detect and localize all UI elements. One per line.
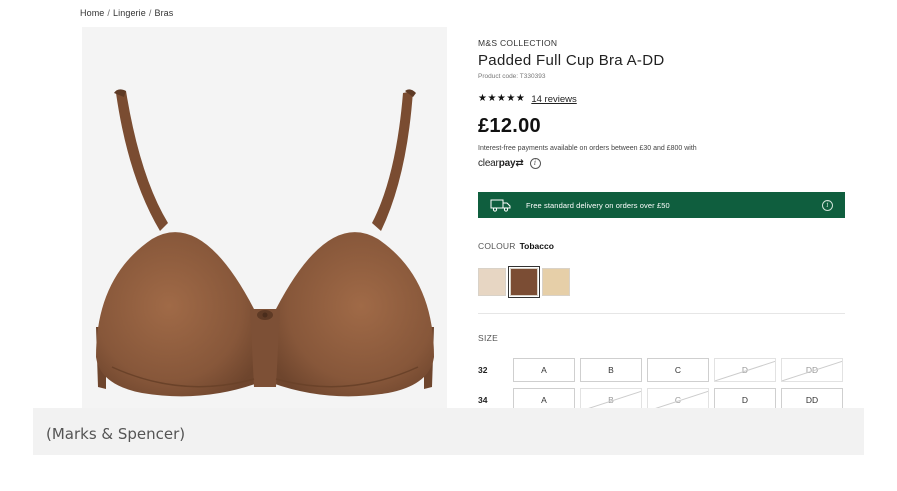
product-title: Padded Full Cup Bra A-DD	[478, 52, 665, 69]
size-32b-button[interactable]: B	[580, 358, 642, 382]
unavailable-strike	[782, 359, 842, 381]
clearpay-logo-light: clear	[478, 158, 499, 169]
product-price: £12.00	[478, 115, 541, 137]
clearpay-logo-mark: ⇄	[515, 158, 524, 169]
bra-product-photo	[96, 89, 434, 397]
info-icon[interactable]: i	[529, 158, 541, 169]
size-label: SIZE	[478, 333, 499, 343]
swatch-tobacco[interactable]	[508, 266, 540, 298]
product-rating: ★★★★★ 14 reviews	[478, 93, 577, 105]
size-34b-button[interactable]: B	[580, 388, 642, 408]
colour-label-row: COLOUR Tobacco	[478, 241, 554, 251]
product-brand: M&S COLLECTION	[478, 38, 558, 48]
product-code: Product code: T330393	[478, 73, 546, 80]
unavailable-strike	[715, 359, 775, 381]
size-34d-button[interactable]: D	[714, 388, 776, 408]
product-image[interactable]	[82, 27, 447, 408]
size-32dd-button[interactable]: DD	[781, 358, 843, 382]
size-label-text: A	[541, 365, 547, 375]
breadcrumb-lingerie[interactable]: Lingerie	[113, 8, 146, 18]
colour-label: COLOUR	[478, 241, 516, 251]
reviews-link[interactable]: 14 reviews	[531, 94, 576, 105]
swatch-rose-quartz[interactable]	[542, 268, 570, 296]
size-32c-button[interactable]: C	[647, 358, 709, 382]
divider	[478, 313, 845, 314]
selected-colour-name: Tobacco	[519, 241, 554, 251]
size-label-text: DD	[805, 395, 819, 405]
breadcrumb-separator: /	[148, 8, 152, 18]
image-caption: (Marks & Spencer)	[46, 425, 186, 443]
caption-bar: (Marks & Spencer)	[33, 408, 864, 455]
breadcrumb-bras[interactable]: Bras	[154, 8, 173, 18]
colour-swatches	[478, 266, 574, 298]
size-34c-button[interactable]: C	[647, 388, 709, 408]
delivery-banner: Free standard delivery on orders over £5…	[478, 192, 845, 218]
size-label-text: A	[541, 395, 547, 405]
size-32d-button[interactable]: D	[714, 358, 776, 382]
clearpay-logo-bold: pay	[498, 158, 516, 169]
size-row-34: 34 A B C D DD	[478, 388, 848, 408]
size-label-text: C	[674, 365, 682, 375]
band-size-label: 34	[478, 395, 488, 405]
breadcrumb-separator: /	[107, 8, 111, 18]
size-row-32: 32 A B C D DD	[478, 358, 848, 382]
product-page-screenshot: Home / Lingerie / Bras M&S COLLECTION Pa…	[0, 0, 897, 408]
band-size-label: 32	[478, 365, 488, 375]
payments-info-text: Interest-free payments available on orde…	[478, 145, 697, 152]
breadcrumb-home[interactable]: Home	[80, 8, 104, 18]
size-32a-button[interactable]: A	[513, 358, 575, 382]
swatch-almond[interactable]	[478, 268, 506, 296]
size-34dd-button[interactable]: DD	[781, 388, 843, 408]
delivery-van-icon	[490, 199, 511, 212]
delivery-text: Free standard delivery on orders over £5…	[526, 200, 670, 210]
size-label-text: B	[608, 365, 614, 375]
clearpay-row: clearpay⇄ i	[478, 158, 541, 169]
info-icon[interactable]: i	[822, 199, 833, 211]
clearpay-logo[interactable]: clearpay⇄	[478, 158, 524, 169]
star-rating-icon: ★★★★★	[478, 93, 526, 104]
size-34a-button[interactable]: A	[513, 388, 575, 408]
breadcrumb: Home / Lingerie / Bras	[80, 8, 173, 18]
size-label-text: D	[741, 395, 749, 405]
